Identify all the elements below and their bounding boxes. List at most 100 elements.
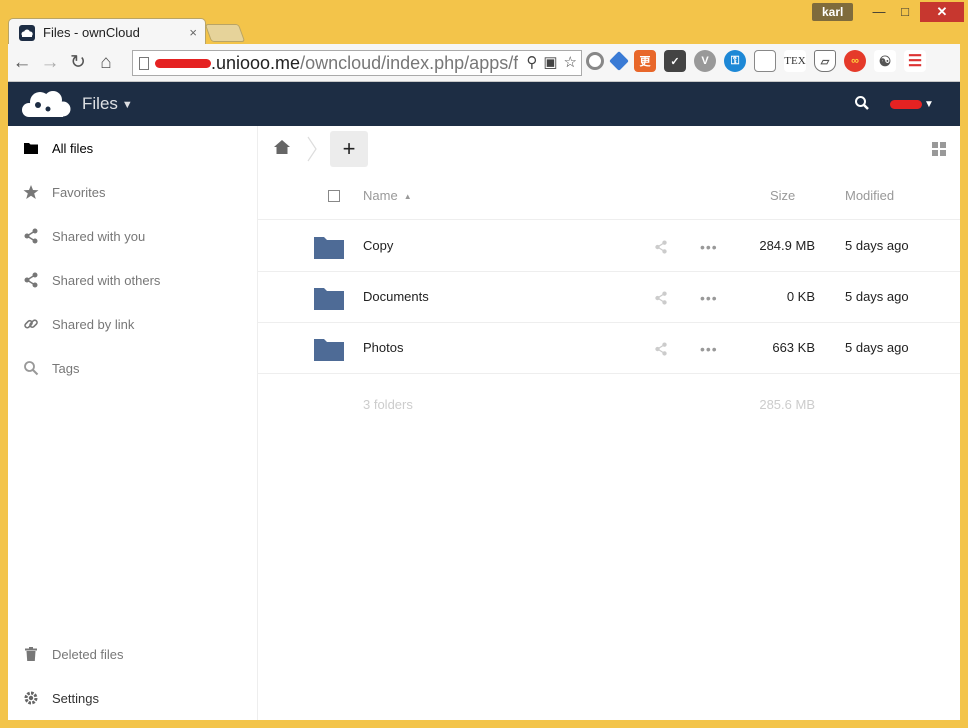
sidebar-item-all-files[interactable]: All files (8, 126, 257, 170)
folder-icon (314, 235, 344, 264)
share-icon (22, 271, 40, 289)
sidebar-item-shared-by-link[interactable]: Shared by link (8, 302, 257, 346)
link-icon (22, 315, 40, 333)
caret-down-icon: ▼ (924, 99, 934, 110)
home-icon[interactable] (274, 140, 290, 159)
new-button[interactable]: + (330, 131, 368, 167)
search-icon (22, 359, 40, 377)
sort-ascending-icon: ▲ (403, 192, 412, 202)
forward-icon[interactable]: → (36, 49, 64, 77)
more-actions-icon[interactable]: ••• (700, 341, 718, 357)
share-icon[interactable] (654, 291, 668, 310)
translate-icon[interactable]: 更 (634, 50, 656, 72)
bookmark-star-icon[interactable]: ☆ (564, 53, 577, 71)
home-icon[interactable]: ⌂ (92, 49, 120, 77)
v-icon[interactable]: V (694, 50, 716, 72)
menu-icon[interactable]: ☰ (904, 50, 926, 72)
shield-diamond-icon[interactable] (609, 51, 629, 71)
folder-icon (22, 139, 40, 157)
sidebar-item-settings[interactable]: Settings (8, 676, 257, 720)
pocket-icon[interactable]: ✓ (664, 50, 686, 72)
close-window-button[interactable]: ✕ (920, 2, 964, 22)
document-icon[interactable] (754, 50, 776, 72)
address-bar[interactable]: .uniooo.me/owncloud/index.php/apps/f ⚲ ▣… (132, 50, 582, 76)
file-modified: 5 days ago (845, 289, 909, 304)
app-header: Files ▼ ▼ (8, 82, 960, 126)
more-actions-icon[interactable]: ••• (700, 239, 718, 255)
file-name[interactable]: Copy (363, 238, 393, 253)
sidebar-item-label: Tags (52, 360, 80, 376)
browser-toolbar: ← → ↻ ⌂ .uniooo.me/owncloud/index.php/ap… (8, 44, 960, 82)
new-tab-button[interactable] (204, 24, 246, 42)
owncloud-logo-icon[interactable] (20, 88, 72, 125)
file-list-header: Name ▲ Size Modified (258, 176, 960, 220)
controls-bar: + (258, 126, 960, 170)
file-name[interactable]: Documents (363, 289, 429, 304)
file-size: 0 KB (786, 289, 815, 304)
infinity-icon[interactable]: ∞ (844, 50, 866, 72)
column-name-header[interactable]: Name ▲ (363, 188, 412, 203)
tex-icon[interactable]: TEX (784, 50, 806, 72)
circle-icon[interactable] (586, 52, 604, 70)
file-list-area: + Name ▲ Size Modified Copy ••• 284.9 MB … (258, 126, 960, 720)
url-path: /owncloud/index.php/apps/f (300, 52, 519, 73)
column-size-header[interactable]: Size (770, 188, 795, 203)
grid-view-icon[interactable] (932, 142, 946, 161)
sidebar-item-label: All files (52, 140, 94, 156)
file-modified: 5 days ago (845, 238, 909, 253)
browser-tab[interactable]: Files - ownCloud × (8, 18, 206, 46)
folder-icon (314, 286, 344, 315)
column-modified-header[interactable]: Modified (845, 188, 894, 203)
share-icon[interactable] (654, 342, 668, 361)
table-row[interactable]: Documents ••• 0 KB 5 days ago (258, 272, 960, 323)
more-actions-icon[interactable]: ••• (700, 290, 718, 306)
file-modified: 5 days ago (845, 340, 909, 355)
omnibox-icons: ⚲ ▣ ☆ (526, 53, 577, 71)
sidebar-item-label: Favorites (52, 184, 106, 200)
summary-size: 285.6 MB (759, 397, 815, 412)
tab-close-icon[interactable]: × (189, 25, 197, 40)
url-host: .uniooo.me (211, 52, 301, 73)
shield-icon[interactable]: ▱ (814, 50, 836, 72)
select-all-checkbox[interactable] (328, 190, 340, 202)
gear-icon (22, 689, 40, 707)
os-user-badge: karl (812, 3, 854, 21)
url-redaction (155, 58, 211, 68)
key-icon[interactable]: ⚿ (724, 50, 746, 72)
caret-down-icon: ▼ (121, 98, 133, 111)
maximize-button[interactable]: □ (892, 2, 918, 22)
back-icon[interactable]: ← (8, 49, 36, 77)
folder-icon (314, 337, 344, 366)
search-icon[interactable] (854, 95, 870, 116)
sidebar: All files Favorites Shared with you Shar… (8, 126, 258, 720)
sidebar-item-deleted-files[interactable]: Deleted files (8, 632, 257, 676)
url-text: .uniooo.me/owncloud/index.php/apps/f (211, 53, 518, 74)
minimize-button[interactable]: — (866, 2, 892, 22)
translate-icon[interactable]: ▣ (543, 53, 557, 71)
file-size: 284.9 MB (759, 238, 815, 253)
sidebar-item-label: Shared by link (52, 316, 135, 332)
file-name[interactable]: Photos (363, 340, 403, 355)
owncloud-favicon-icon (19, 24, 35, 41)
extension-icons: 更 ✓ V ⚿ TEX ▱ ∞ ☯ ☰ (586, 50, 926, 72)
user-menu-button[interactable]: ▼ (890, 99, 934, 110)
page-icon (139, 56, 149, 70)
app-menu-button[interactable]: Files ▼ (82, 94, 133, 114)
username-redaction (890, 100, 922, 109)
table-row[interactable]: Copy ••• 284.9 MB 5 days ago (258, 221, 960, 272)
column-name-label: Name (363, 188, 398, 203)
app-name: Files (82, 94, 118, 113)
breadcrumb-separator-icon (306, 136, 318, 162)
share-icon (22, 227, 40, 245)
speaker-icon[interactable]: ☯ (874, 50, 896, 72)
table-row[interactable]: Photos ••• 663 KB 5 days ago (258, 323, 960, 374)
sidebar-item-label: Settings (52, 690, 99, 706)
sidebar-item-tags[interactable]: Tags (8, 346, 257, 390)
key-icon[interactable]: ⚲ (526, 53, 537, 71)
sidebar-item-label: Shared with you (52, 228, 146, 244)
reload-icon[interactable]: ↻ (64, 49, 92, 77)
sidebar-item-shared-with-others[interactable]: Shared with others (8, 258, 257, 302)
sidebar-item-favorites[interactable]: Favorites (8, 170, 257, 214)
sidebar-item-shared-with-you[interactable]: Shared with you (8, 214, 257, 258)
share-icon[interactable] (654, 240, 668, 259)
